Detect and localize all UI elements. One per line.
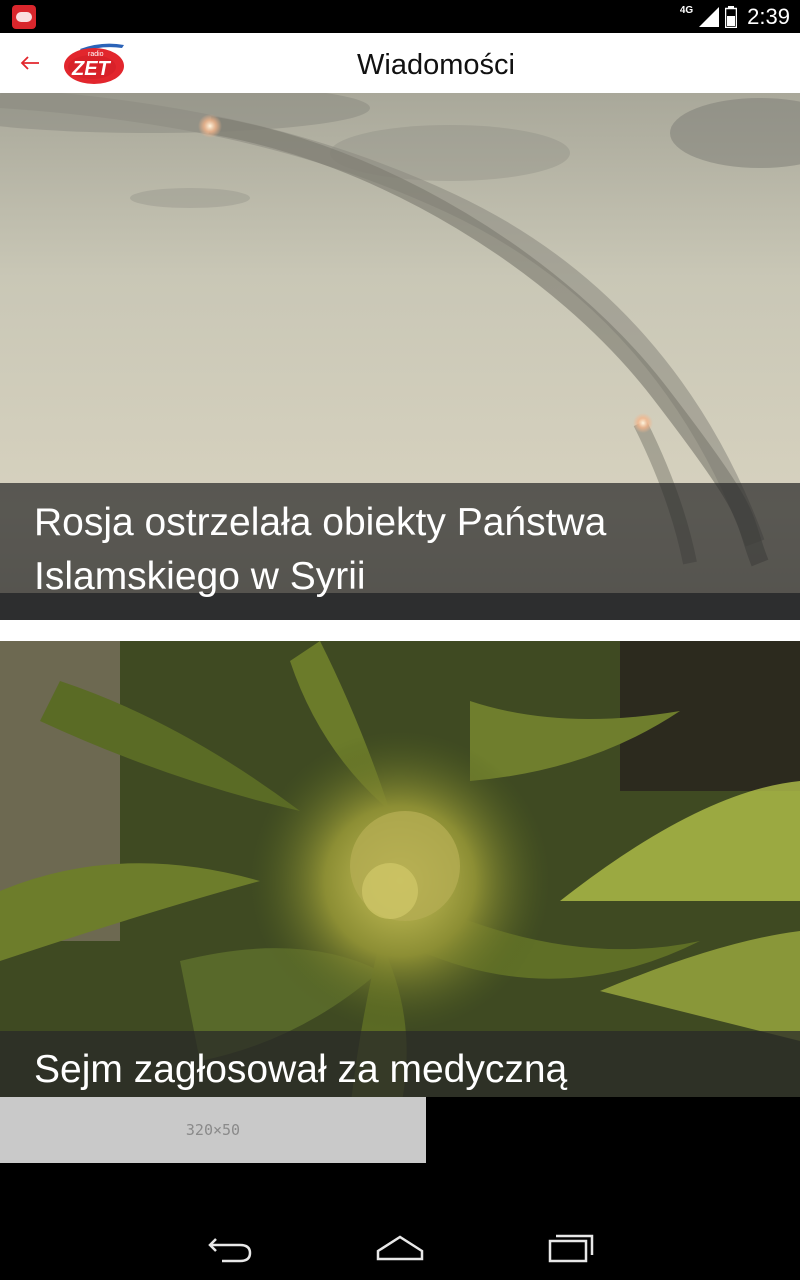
ad-area: 320×50 [0,1097,800,1165]
signal-icon [699,6,720,27]
caption-overlay: Rosja ostrzelała obiekty Państwa Islamsk… [0,483,800,620]
radio-zet-notification-icon [12,5,36,29]
article-card[interactable]: Rosja ostrzelała obiekty Państwa Islamsk… [0,93,800,620]
cannabis-plant-photo [0,641,800,1097]
article-headline[interactable]: Sejm zagłosował za medyczną [34,1043,720,1097]
article-card[interactable]: Sejm zagłosował za medyczną [0,641,800,1097]
clock: 2:39 [747,3,790,29]
caption-overlay: Sejm zagłosował za medyczną [0,1031,800,1097]
radio-zet-logo[interactable]: radio ZET [62,39,128,87]
status-bar: 4G 2:39 [0,0,800,33]
article-headline[interactable]: Rosja ostrzelała obiekty Państwa Islamsk… [34,496,720,604]
status-icons: 4G 2:39 [680,0,790,33]
back-icon[interactable] [200,1227,260,1267]
app-bar: Wiadomości radio ZET [0,33,800,93]
ad-banner[interactable]: 320×50 [0,1097,426,1163]
logo-text: ZET [71,58,112,80]
network-type-label: 4G [679,5,694,16]
navigation-bar [0,1165,800,1280]
home-icon[interactable] [370,1227,430,1267]
recents-icon[interactable] [540,1227,600,1267]
logo-small-text: radio [88,51,104,58]
back-arrow-icon[interactable] [14,50,44,76]
news-feed[interactable]: Rosja ostrzelała obiekty Państwa Islamsk… [0,93,800,1097]
battery-icon [725,5,738,28]
